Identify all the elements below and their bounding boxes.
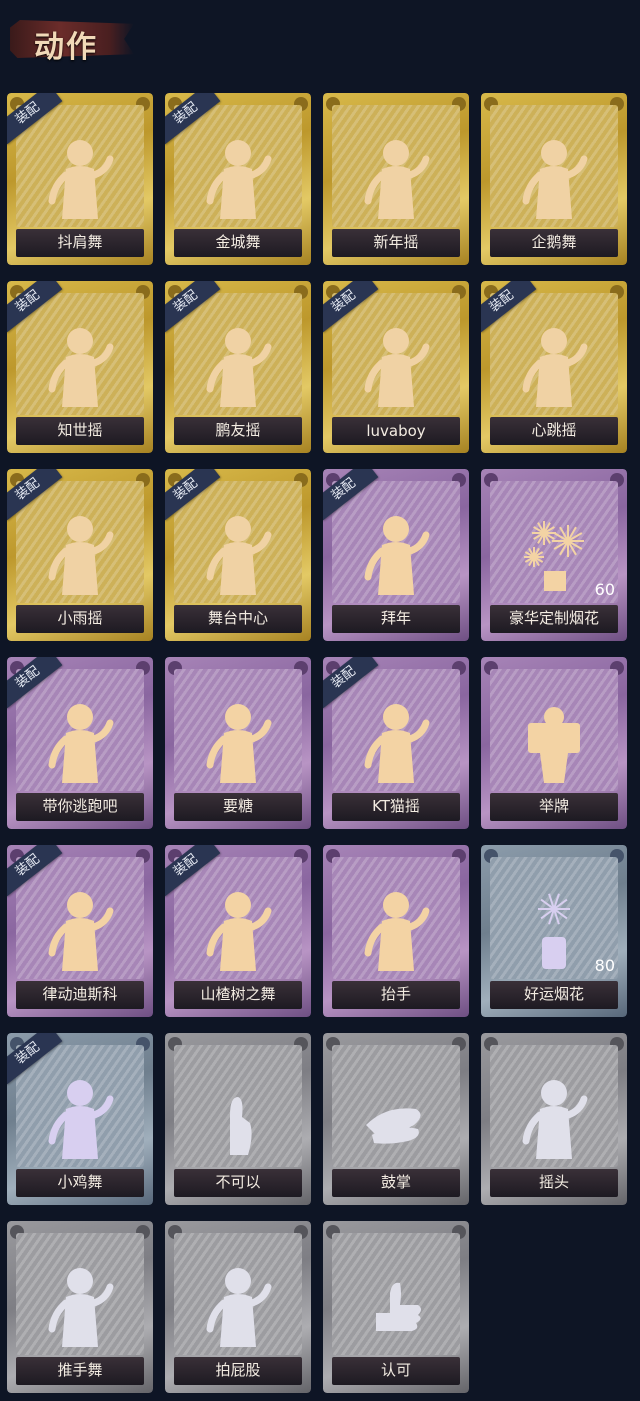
- firecracker-icon: [514, 887, 594, 977]
- emote-card[interactable]: 摇头: [481, 1033, 627, 1205]
- emote-card[interactable]: 企鹅舞: [481, 93, 627, 265]
- emote-card[interactable]: 认可: [323, 1221, 469, 1393]
- dancer-icon: [198, 323, 278, 413]
- emote-card[interactable]: 不可以: [165, 1033, 311, 1205]
- emote-name: 拍屁股: [215, 1361, 261, 1379]
- emote-card[interactable]: 鼓掌: [323, 1033, 469, 1205]
- emote-name: 新年摇: [373, 233, 419, 251]
- emote-card[interactable]: 抬手: [323, 845, 469, 1017]
- emote-name: KT猫摇: [372, 797, 420, 815]
- fireworks-icon: [514, 511, 594, 601]
- emote-name: 好运烟花: [523, 985, 584, 1003]
- emote-name: 认可: [380, 1361, 411, 1379]
- dancer-icon: [198, 135, 278, 225]
- beg-icon: [198, 699, 278, 789]
- dancer-icon: [40, 511, 120, 601]
- emote-card[interactable]: 小鸡舞 装配: [7, 1033, 153, 1205]
- emote-name: 心跳摇: [531, 421, 577, 439]
- emote-card[interactable]: 山楂树之舞 装配: [165, 845, 311, 1017]
- emote-card[interactable]: 鹏友摇 装配: [165, 281, 311, 453]
- dancer-icon: [356, 699, 436, 789]
- emote-card[interactable]: 知世摇 装配: [7, 281, 153, 453]
- dancer-icon: [514, 323, 594, 413]
- emote-card[interactable]: 举牌: [481, 657, 627, 829]
- dancer-icon: [198, 1263, 278, 1353]
- finger-wag-icon: [198, 1075, 278, 1165]
- emote-name: 举牌: [538, 797, 569, 815]
- dancer-icon: [40, 135, 120, 225]
- emote-card[interactable]: 推手舞: [7, 1221, 153, 1393]
- emote-name: 要糖: [222, 797, 253, 815]
- emote-card[interactable]: 心跳摇 装配: [481, 281, 627, 453]
- emote-name: 小雨摇: [57, 609, 103, 627]
- emote-name: 山楂树之舞: [200, 985, 276, 1003]
- item-count: 60: [594, 580, 615, 599]
- emote-card[interactable]: 带你逃跑吧 装配: [7, 657, 153, 829]
- emote-card[interactable]: 要糖: [165, 657, 311, 829]
- dancer-icon: [40, 887, 120, 977]
- emote-card[interactable]: 抖肩舞 装配: [7, 93, 153, 265]
- emote-name: 抖肩舞: [57, 233, 103, 251]
- bow-icon: [356, 511, 436, 601]
- emote-card[interactable]: 好运烟花 80: [481, 845, 627, 1017]
- dancer-icon: [40, 323, 120, 413]
- emote-name: luvaboy: [366, 422, 426, 440]
- clap-icon: [356, 1075, 436, 1165]
- emote-name: 鼓掌: [380, 1173, 411, 1191]
- emote-name: 抬手: [380, 985, 411, 1003]
- emote-card[interactable]: 舞台中心 装配: [165, 469, 311, 641]
- emote-card[interactable]: 豪华定制烟花 60: [481, 469, 627, 641]
- emote-name: 摇头: [538, 1173, 569, 1191]
- thumbs-up-icon: [356, 1263, 436, 1353]
- emote-name: 知世摇: [57, 421, 103, 439]
- emote-name: 不可以: [215, 1173, 261, 1191]
- emote-name: 小鸡舞: [57, 1173, 103, 1191]
- dancer-icon: [40, 1263, 120, 1353]
- emote-name: 企鹅舞: [531, 233, 577, 251]
- dancer-icon: [356, 323, 436, 413]
- dancer-icon: [198, 511, 278, 601]
- emote-name: 舞台中心: [207, 609, 268, 627]
- emote-name: 鹏友摇: [215, 421, 261, 439]
- dancer-icon: [40, 1075, 120, 1165]
- head-shake-icon: [514, 1075, 594, 1165]
- emote-name: 推手舞: [57, 1361, 103, 1379]
- emote-name: 律动迪斯科: [42, 985, 118, 1003]
- dancer-icon: [40, 699, 120, 789]
- dancer-icon: [514, 135, 594, 225]
- dancer-icon: [356, 135, 436, 225]
- emote-card[interactable]: KT猫摇 装配: [323, 657, 469, 829]
- emote-name: 豪华定制烟花: [508, 609, 599, 627]
- emote-card[interactable]: 拍屁股: [165, 1221, 311, 1393]
- dancer-icon: [198, 887, 278, 977]
- emote-grid: 抖肩舞 装配 金城舞 装配新年摇 企鹅舞知世摇 装配 鹏友摇 装配 luvaboy 装配 心跳摇 装配…: [0, 0, 640, 1401]
- wave-icon: [356, 887, 436, 977]
- sign-icon: [514, 699, 594, 789]
- emote-name: 带你逃跑吧: [42, 797, 118, 815]
- emote-name: 金城舞: [215, 233, 261, 251]
- emote-card[interactable]: 律动迪斯科 装配: [7, 845, 153, 1017]
- emote-card[interactable]: 新年摇: [323, 93, 469, 265]
- emote-card[interactable]: 金城舞 装配: [165, 93, 311, 265]
- emote-card[interactable]: 拜年 装配: [323, 469, 469, 641]
- emote-name: 拜年: [380, 609, 411, 627]
- emote-card[interactable]: luvaboy 装配: [323, 281, 469, 453]
- emote-card[interactable]: 小雨摇 装配: [7, 469, 153, 641]
- item-count: 80: [594, 956, 615, 975]
